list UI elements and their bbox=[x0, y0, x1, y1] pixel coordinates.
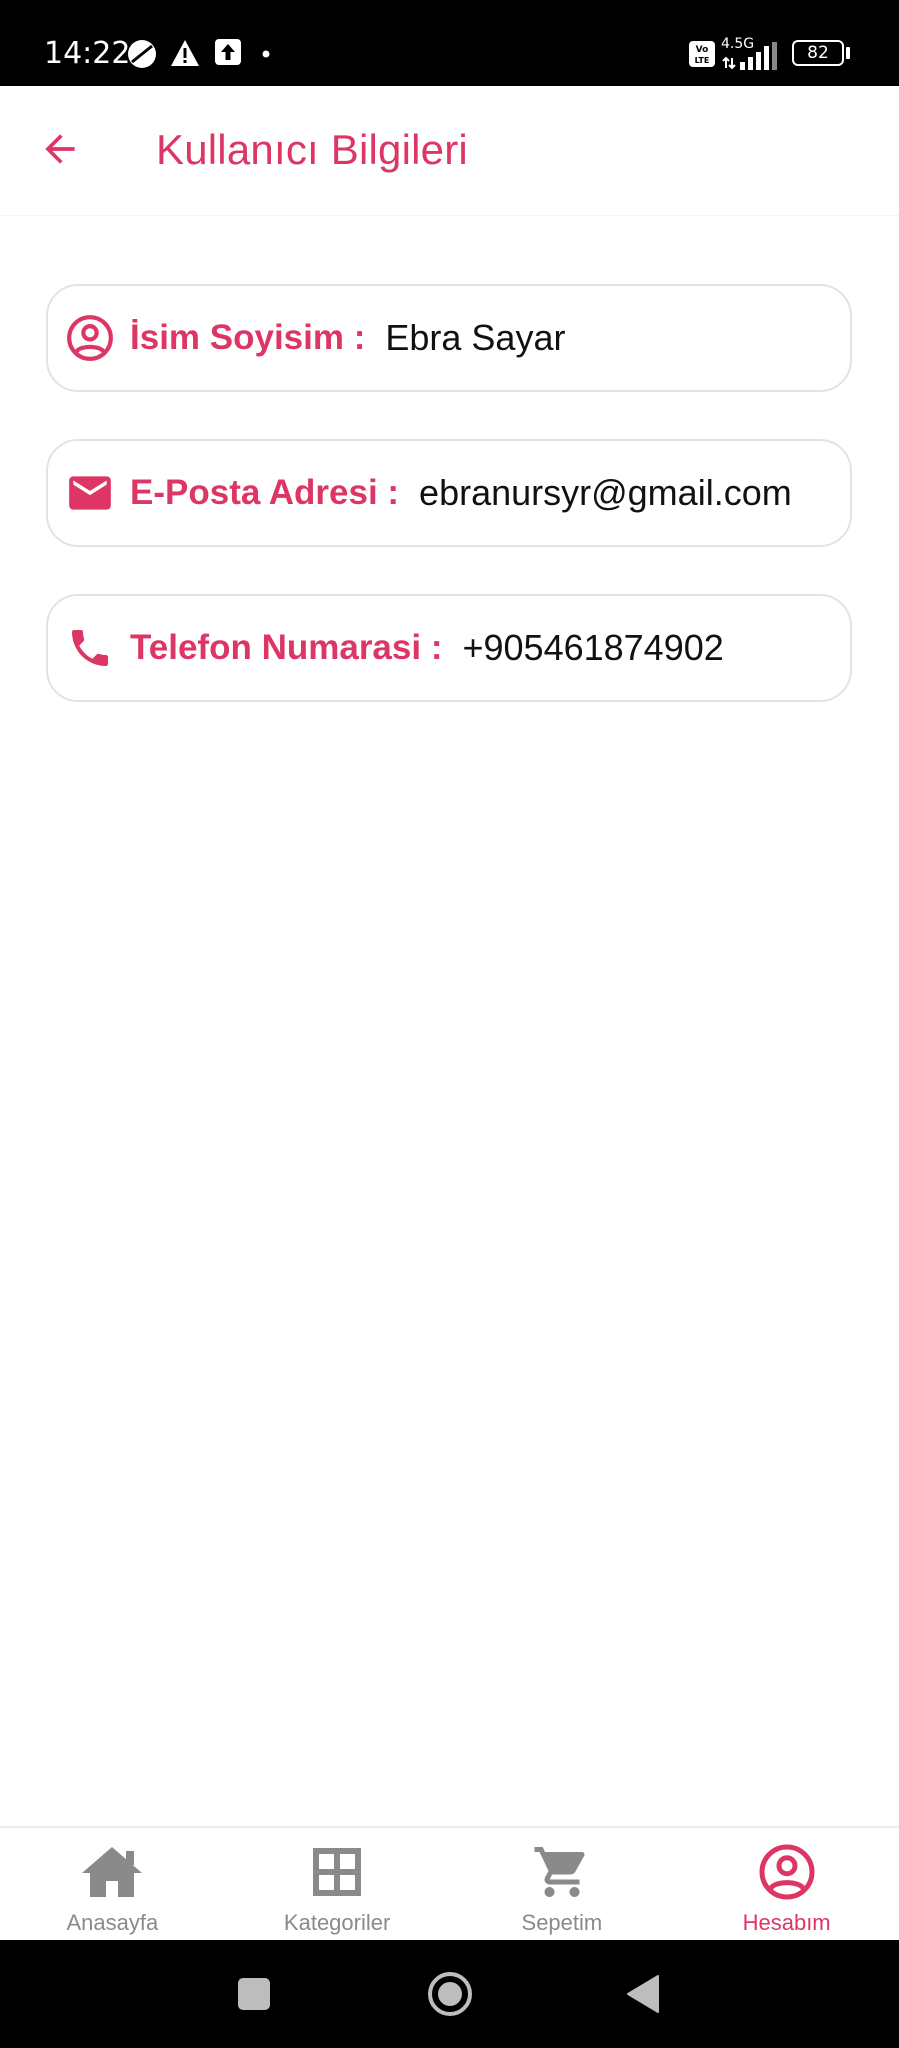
home-button[interactable] bbox=[420, 1964, 480, 2024]
nav-label-sepetim: Sepetim bbox=[521, 1910, 603, 1935]
phone-value: +905461874902 bbox=[462, 627, 724, 668]
email-field-card: E-Posta Adresi : ebranursyr@gmail.com bbox=[46, 439, 852, 547]
more-notifications-dot-icon bbox=[262, 50, 270, 58]
account-circle-icon[interactable] bbox=[752, 1840, 822, 1904]
grid-icon[interactable] bbox=[302, 1840, 372, 1904]
recent-apps-button[interactable] bbox=[224, 1964, 284, 2024]
status-time: 14:22 bbox=[44, 36, 131, 71]
email-value: ebranursyr@gmail.com bbox=[419, 472, 792, 513]
bottom-navigation: Anasayfa Kategoriler Sepetim Hesabım bbox=[0, 1826, 899, 1940]
nav-item-kategoriler[interactable]: Kategoriler bbox=[225, 1828, 450, 1940]
volte-icon: Vo LTE bbox=[689, 41, 715, 67]
cart-icon[interactable] bbox=[527, 1840, 597, 1904]
nav-item-anasayfa[interactable]: Anasayfa bbox=[0, 1828, 225, 1940]
phone-icon bbox=[64, 622, 116, 674]
battery-tip bbox=[846, 47, 850, 59]
phone-label: Telefon Numarasi : bbox=[130, 628, 443, 667]
name-value: Ebra Sayar bbox=[385, 317, 566, 358]
upload-icon bbox=[215, 39, 241, 65]
back-button[interactable] bbox=[30, 119, 90, 179]
back-nav-button[interactable] bbox=[614, 1964, 674, 2024]
system-navigation-bar bbox=[0, 1940, 899, 2048]
square-icon[interactable] bbox=[236, 1976, 272, 2012]
home-icon[interactable] bbox=[77, 1840, 147, 1904]
account-circle-icon bbox=[64, 312, 116, 364]
signal-icon bbox=[722, 42, 777, 70]
name-field-card: İsim Soyisim : Ebra Sayar bbox=[46, 284, 852, 392]
nav-item-hesabim[interactable]: Hesabım bbox=[674, 1828, 899, 1940]
phone-field-card: Telefon Numarasi : +905461874902 bbox=[46, 594, 852, 702]
nearby-share-icon bbox=[128, 40, 156, 68]
battery-level: 82 bbox=[807, 43, 829, 63]
nav-label-hesabim: Hesabım bbox=[742, 1910, 831, 1935]
warning-icon bbox=[171, 40, 199, 66]
status-bar: 14:22 Vo LTE 4.5G 82 bbox=[0, 0, 899, 86]
nav-label-anasayfa: Anasayfa bbox=[66, 1910, 159, 1935]
name-label: İsim Soyisim : bbox=[130, 318, 366, 357]
nav-label-kategoriler: Kategoriler bbox=[283, 1910, 391, 1935]
page-title: Kullanıcı Bilgileri bbox=[156, 126, 468, 173]
arrow-back-icon[interactable] bbox=[38, 127, 82, 171]
svg-text:LTE: LTE bbox=[695, 56, 710, 65]
battery-icon: 82 bbox=[792, 40, 844, 66]
mail-icon bbox=[64, 467, 116, 519]
svg-text:Vo: Vo bbox=[696, 45, 709, 55]
triangle-back-icon[interactable] bbox=[626, 1974, 662, 2014]
circle-home-icon[interactable] bbox=[426, 1970, 474, 2018]
email-label: E-Posta Adresi : bbox=[130, 473, 400, 512]
app-bar: Kullanıcı Bilgileri bbox=[0, 86, 899, 216]
nav-item-sepetim[interactable]: Sepetim bbox=[450, 1828, 675, 1940]
